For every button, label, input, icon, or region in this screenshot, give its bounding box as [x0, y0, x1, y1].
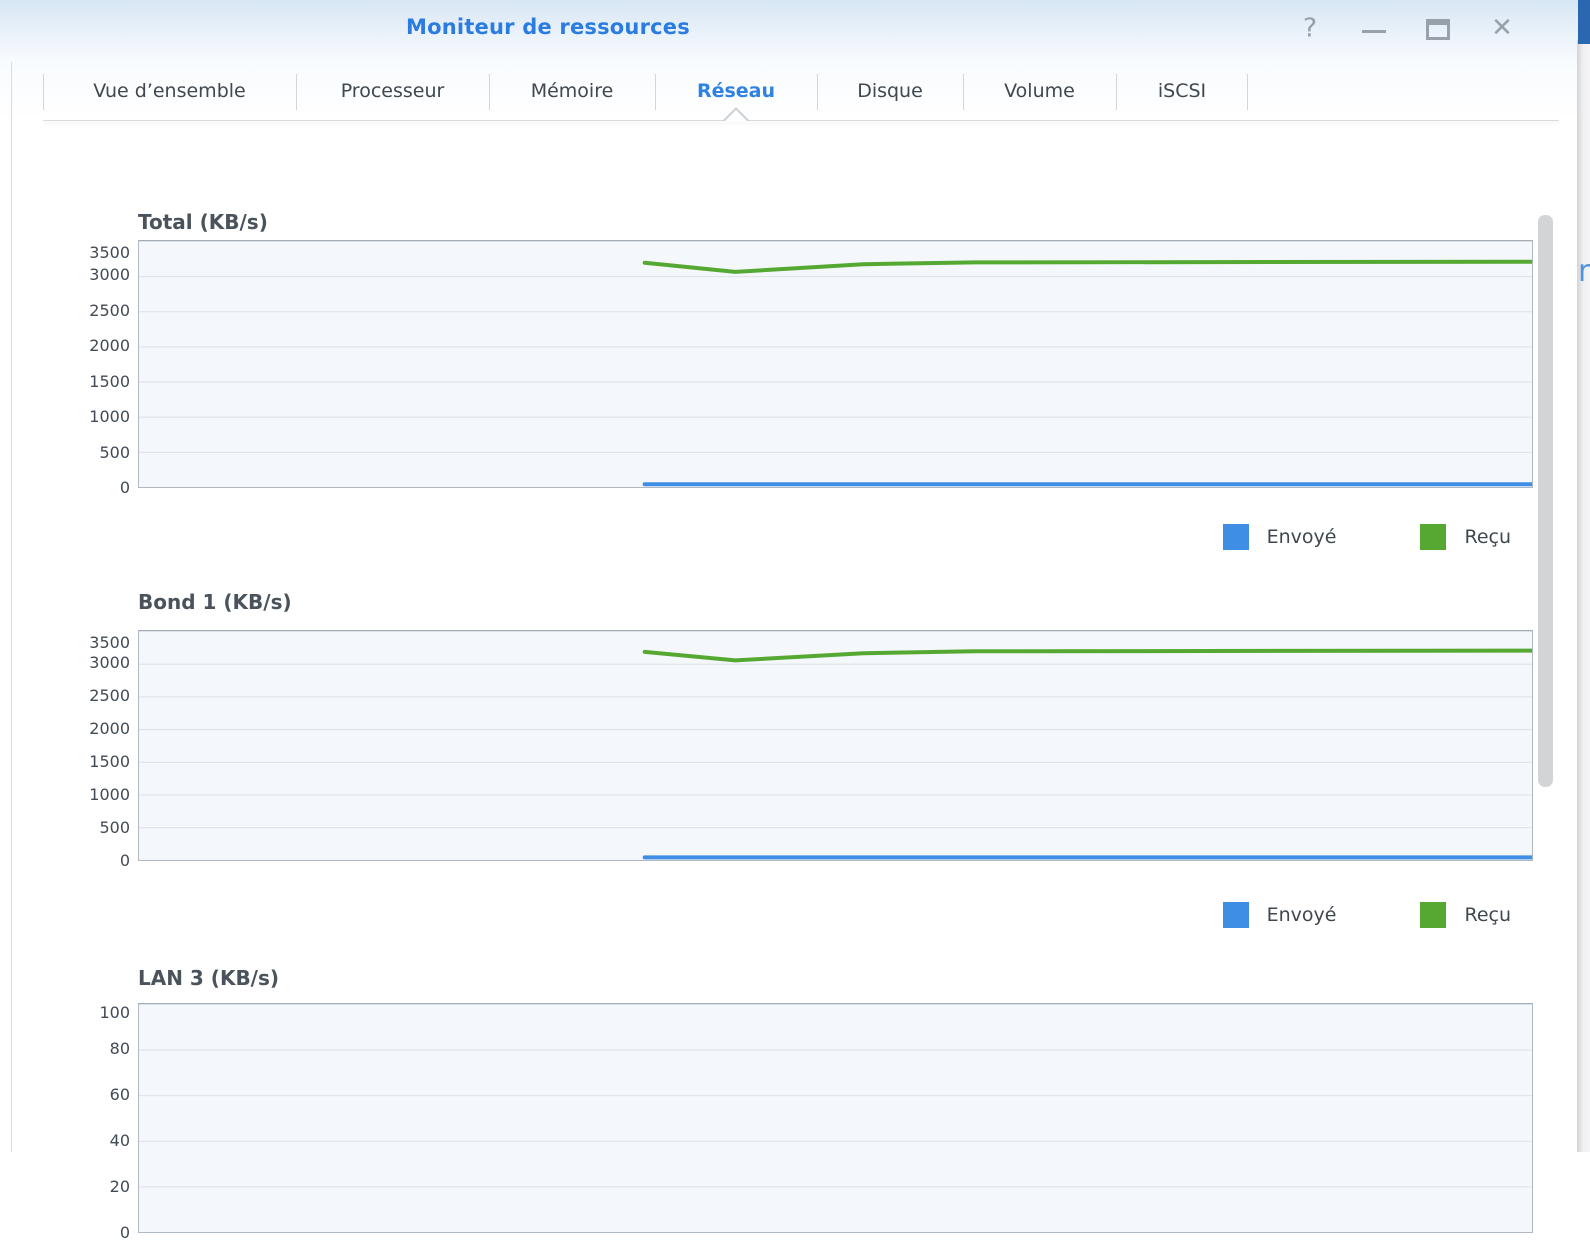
received-swatch: [1420, 902, 1446, 928]
tab-label: Processeur: [341, 80, 445, 102]
y-tick-label: 2000: [0, 337, 130, 355]
tab-vue-densemble[interactable]: Vue d’ensemble: [43, 62, 296, 120]
titlebar: Moniteur de ressources ? ✕: [0, 0, 1578, 62]
y-tick-label: 2000: [0, 720, 130, 738]
legend-item-received: Reçu: [1420, 902, 1511, 928]
tab-label: Volume: [1004, 80, 1075, 102]
sent-swatch: [1223, 902, 1249, 928]
background-window-clipped-text: n: [1578, 254, 1590, 289]
tab-volume[interactable]: Volume: [963, 62, 1116, 120]
vertical-scrollbar-thumb[interactable]: [1538, 215, 1553, 787]
background-window-edge: n: [1578, 0, 1590, 1152]
y-tick-label: 2500: [0, 687, 130, 705]
y-tick-label: 500: [0, 819, 130, 837]
y-tick-label: 1000: [0, 786, 130, 804]
window-controls: ? ✕: [1296, 12, 1516, 44]
y-tick-label: 1500: [0, 753, 130, 771]
chart-plot-lan3: [138, 1003, 1533, 1233]
tab-label: Vue d’ensemble: [93, 80, 245, 102]
tab-iscsi[interactable]: iSCSI: [1116, 62, 1248, 120]
chart-lines-lan3: [139, 1004, 1532, 1232]
y-tick-label: 1500: [0, 373, 130, 391]
resource-monitor-window: Moniteur de ressources ? ✕ Vue d’ensembl…: [0, 0, 1578, 1152]
chart-plot-total: [138, 240, 1533, 488]
minimize-button[interactable]: [1360, 12, 1388, 44]
chart-title-lan3: LAN 3 (KB/s): [138, 966, 279, 990]
chart-lines-total: [139, 241, 1532, 487]
active-tab-notch-fill: [725, 110, 747, 121]
tab-label: Réseau: [697, 80, 775, 102]
legend-label-sent: Envoyé: [1267, 904, 1337, 926]
legend-item-sent: Envoyé: [1223, 902, 1337, 928]
y-tick-label: 100: [0, 1004, 130, 1022]
received-swatch: [1420, 524, 1446, 550]
maximize-button[interactable]: [1424, 12, 1452, 44]
chart-title-bond1: Bond 1 (KB/s): [138, 590, 292, 614]
y-axis-lan3: 100 80 60 40 20 0: [0, 1003, 130, 1233]
chart-lines-bond1: [139, 631, 1532, 860]
help-icon: ?: [1303, 13, 1317, 42]
y-tick-label: 80: [0, 1040, 130, 1058]
y-tick-label: 3500: [0, 244, 130, 262]
legend-label-received: Reçu: [1464, 904, 1511, 926]
tabbar-divider: [43, 120, 1559, 121]
y-axis-bond1: 3500 3000 2500 2000 1500 1000 500 0: [0, 630, 130, 861]
legend-label-received: Reçu: [1464, 526, 1511, 548]
sent-swatch: [1223, 524, 1249, 550]
y-tick-label: 500: [0, 444, 130, 462]
legend-label-sent: Envoyé: [1267, 526, 1337, 548]
tab-label: Disque: [857, 80, 923, 102]
tab-processeur[interactable]: Processeur: [296, 62, 489, 120]
y-tick-label: 1000: [0, 408, 130, 426]
close-button[interactable]: ✕: [1488, 12, 1516, 44]
tab-bar: Vue d’ensemble Processeur Mémoire Réseau…: [0, 62, 1578, 120]
y-axis-total: 3500 3000 2500 2000 1500 1000 500 0: [0, 240, 130, 488]
chart-title-total: Total (KB/s): [138, 210, 268, 234]
background-window-header-edge: [1578, 0, 1590, 44]
tab-label: Mémoire: [531, 80, 614, 102]
chart-legend-bond1: Envoyé Reçu: [138, 893, 1533, 937]
y-tick-label: 40: [0, 1132, 130, 1150]
minimize-icon: [1362, 30, 1386, 33]
help-button[interactable]: ?: [1296, 12, 1324, 44]
chart-plot-bond1: [138, 630, 1533, 861]
chart-legend-total: Envoyé Reçu: [138, 515, 1533, 559]
y-tick-label: 2500: [0, 302, 130, 320]
y-tick-label: 3000: [0, 266, 130, 284]
y-tick-label: 0: [0, 479, 130, 497]
y-tick-label: 3500: [0, 634, 130, 652]
maximize-icon: [1426, 19, 1450, 40]
tab-label: iSCSI: [1158, 80, 1206, 102]
tab-memoire[interactable]: Mémoire: [489, 62, 655, 120]
window-left-border: [11, 62, 12, 1152]
window-title: Moniteur de ressources: [0, 15, 1096, 39]
y-tick-label: 60: [0, 1086, 130, 1104]
close-icon: ✕: [1491, 15, 1513, 41]
tab-disque[interactable]: Disque: [817, 62, 963, 120]
y-tick-label: 0: [0, 1224, 130, 1242]
y-tick-label: 3000: [0, 654, 130, 672]
legend-item-sent: Envoyé: [1223, 524, 1337, 550]
legend-item-received: Reçu: [1420, 524, 1511, 550]
y-tick-label: 0: [0, 852, 130, 870]
y-tick-label: 20: [0, 1178, 130, 1196]
